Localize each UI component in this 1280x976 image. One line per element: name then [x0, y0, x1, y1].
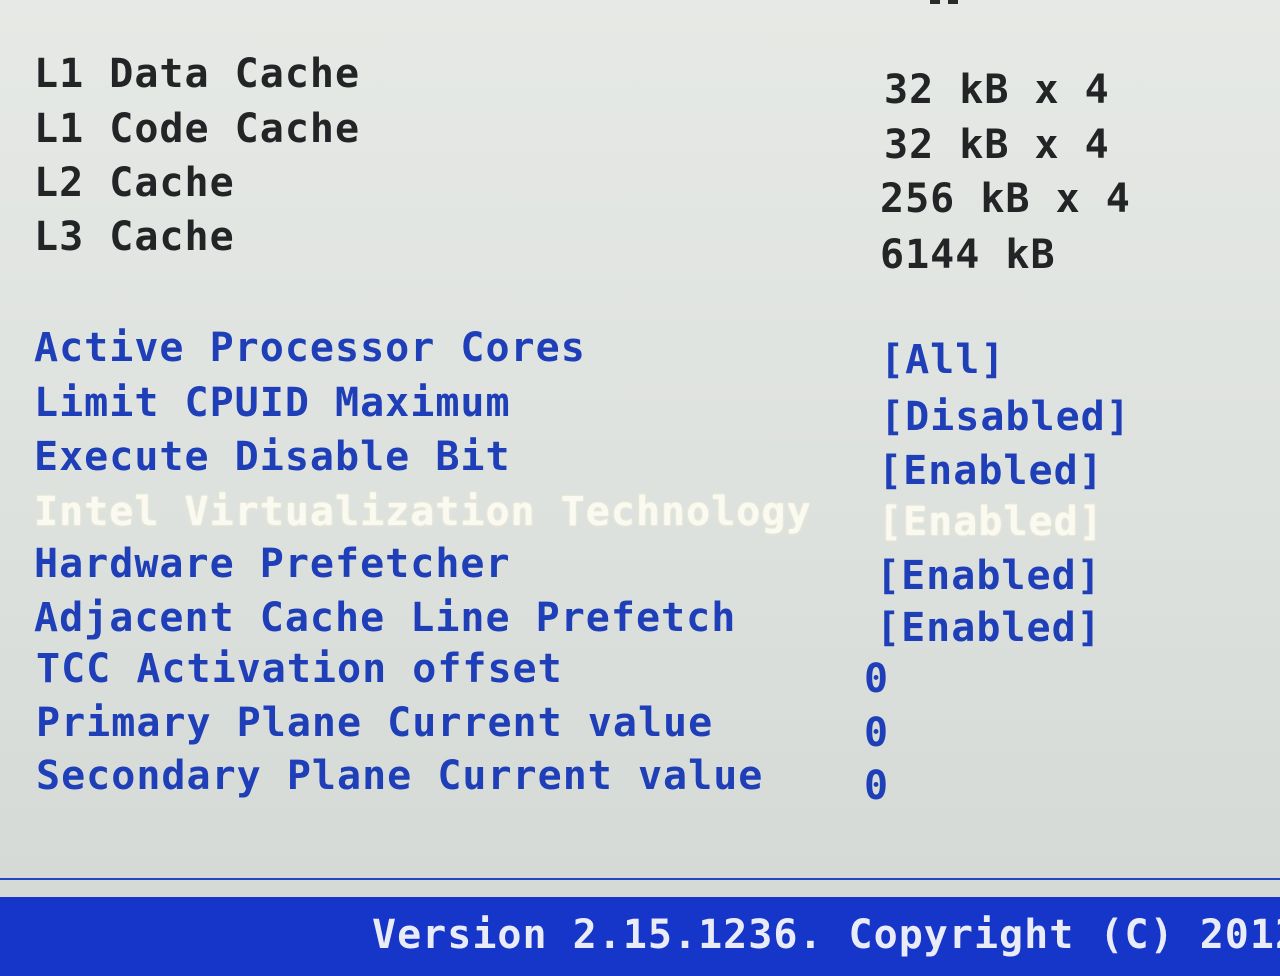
- info-row-l3-cache: L3 Cache 6144 kB: [0, 211, 1280, 278]
- info-label: L1 Code Cache: [34, 106, 361, 152]
- setting-active-processor-cores[interactable]: Active Processor Cores [All]: [0, 322, 1280, 383]
- setting-hardware-prefetcher[interactable]: Hardware Prefetcher [Enabled]: [0, 538, 1280, 599]
- info-row-l1-data-cache: L1 Data Cache 32 kB x 4: [0, 48, 1280, 113]
- setting-label: Primary Plane Current value: [36, 700, 714, 746]
- setting-execute-disable-bit[interactable]: Execute Disable Bit [Enabled]: [0, 431, 1280, 494]
- footer-divider: [0, 878, 1280, 880]
- setting-label: Adjacent Cache Line Prefetch: [34, 595, 737, 641]
- setting-primary-plane-current-value[interactable]: Primary Plane Current value 0: [0, 697, 1280, 756]
- setting-limit-cpuid-maximum[interactable]: Limit CPUID Maximum [Disabled]: [0, 377, 1280, 440]
- setting-label: Limit CPUID Maximum: [34, 380, 511, 426]
- version-copyright-text: Version 2.15.1236. Copyright (C) 2012 Am…: [372, 912, 1280, 958]
- setting-adjacent-cache-line-prefetch[interactable]: Adjacent Cache Line Prefetch [Enabled]: [0, 592, 1280, 651]
- setting-label: Execute Disable Bit: [34, 434, 511, 480]
- setting-tcc-activation-offset[interactable]: TCC Activation offset 0: [0, 643, 1280, 702]
- info-label: L2 Cache: [34, 160, 235, 206]
- info-label: L3 Cache: [34, 214, 235, 260]
- info-row-l2-cache: L2 Cache 256 kB x 4: [0, 157, 1280, 222]
- setting-secondary-plane-current-value[interactable]: Secondary Plane Current value 0: [0, 750, 1280, 809]
- setting-label: Hardware Prefetcher: [34, 541, 511, 587]
- setting-intel-virtualization-technology[interactable]: Intel Virtualization Technology [Enabled…: [0, 486, 1280, 545]
- setting-label: Intel Virtualization Technology: [34, 489, 812, 535]
- footer-bar: Version 2.15.1236. Copyright (C) 2012 Am…: [0, 897, 1280, 976]
- setting-label: Active Processor Cores: [34, 325, 586, 371]
- top-edge-mark: [930, 0, 974, 6]
- info-label: L1 Data Cache: [34, 51, 361, 97]
- info-row-l1-code-cache: L1 Code Cache 32 kB x 4: [0, 103, 1280, 168]
- setting-label: Secondary Plane Current value: [36, 753, 764, 799]
- bios-screen: L1 Data Cache 32 kB x 4 L1 Code Cache 32…: [0, 0, 1280, 976]
- setting-label: TCC Activation offset: [36, 646, 563, 692]
- setting-value[interactable]: 0: [864, 760, 889, 812]
- info-value: 6144 kB: [880, 232, 1056, 278]
